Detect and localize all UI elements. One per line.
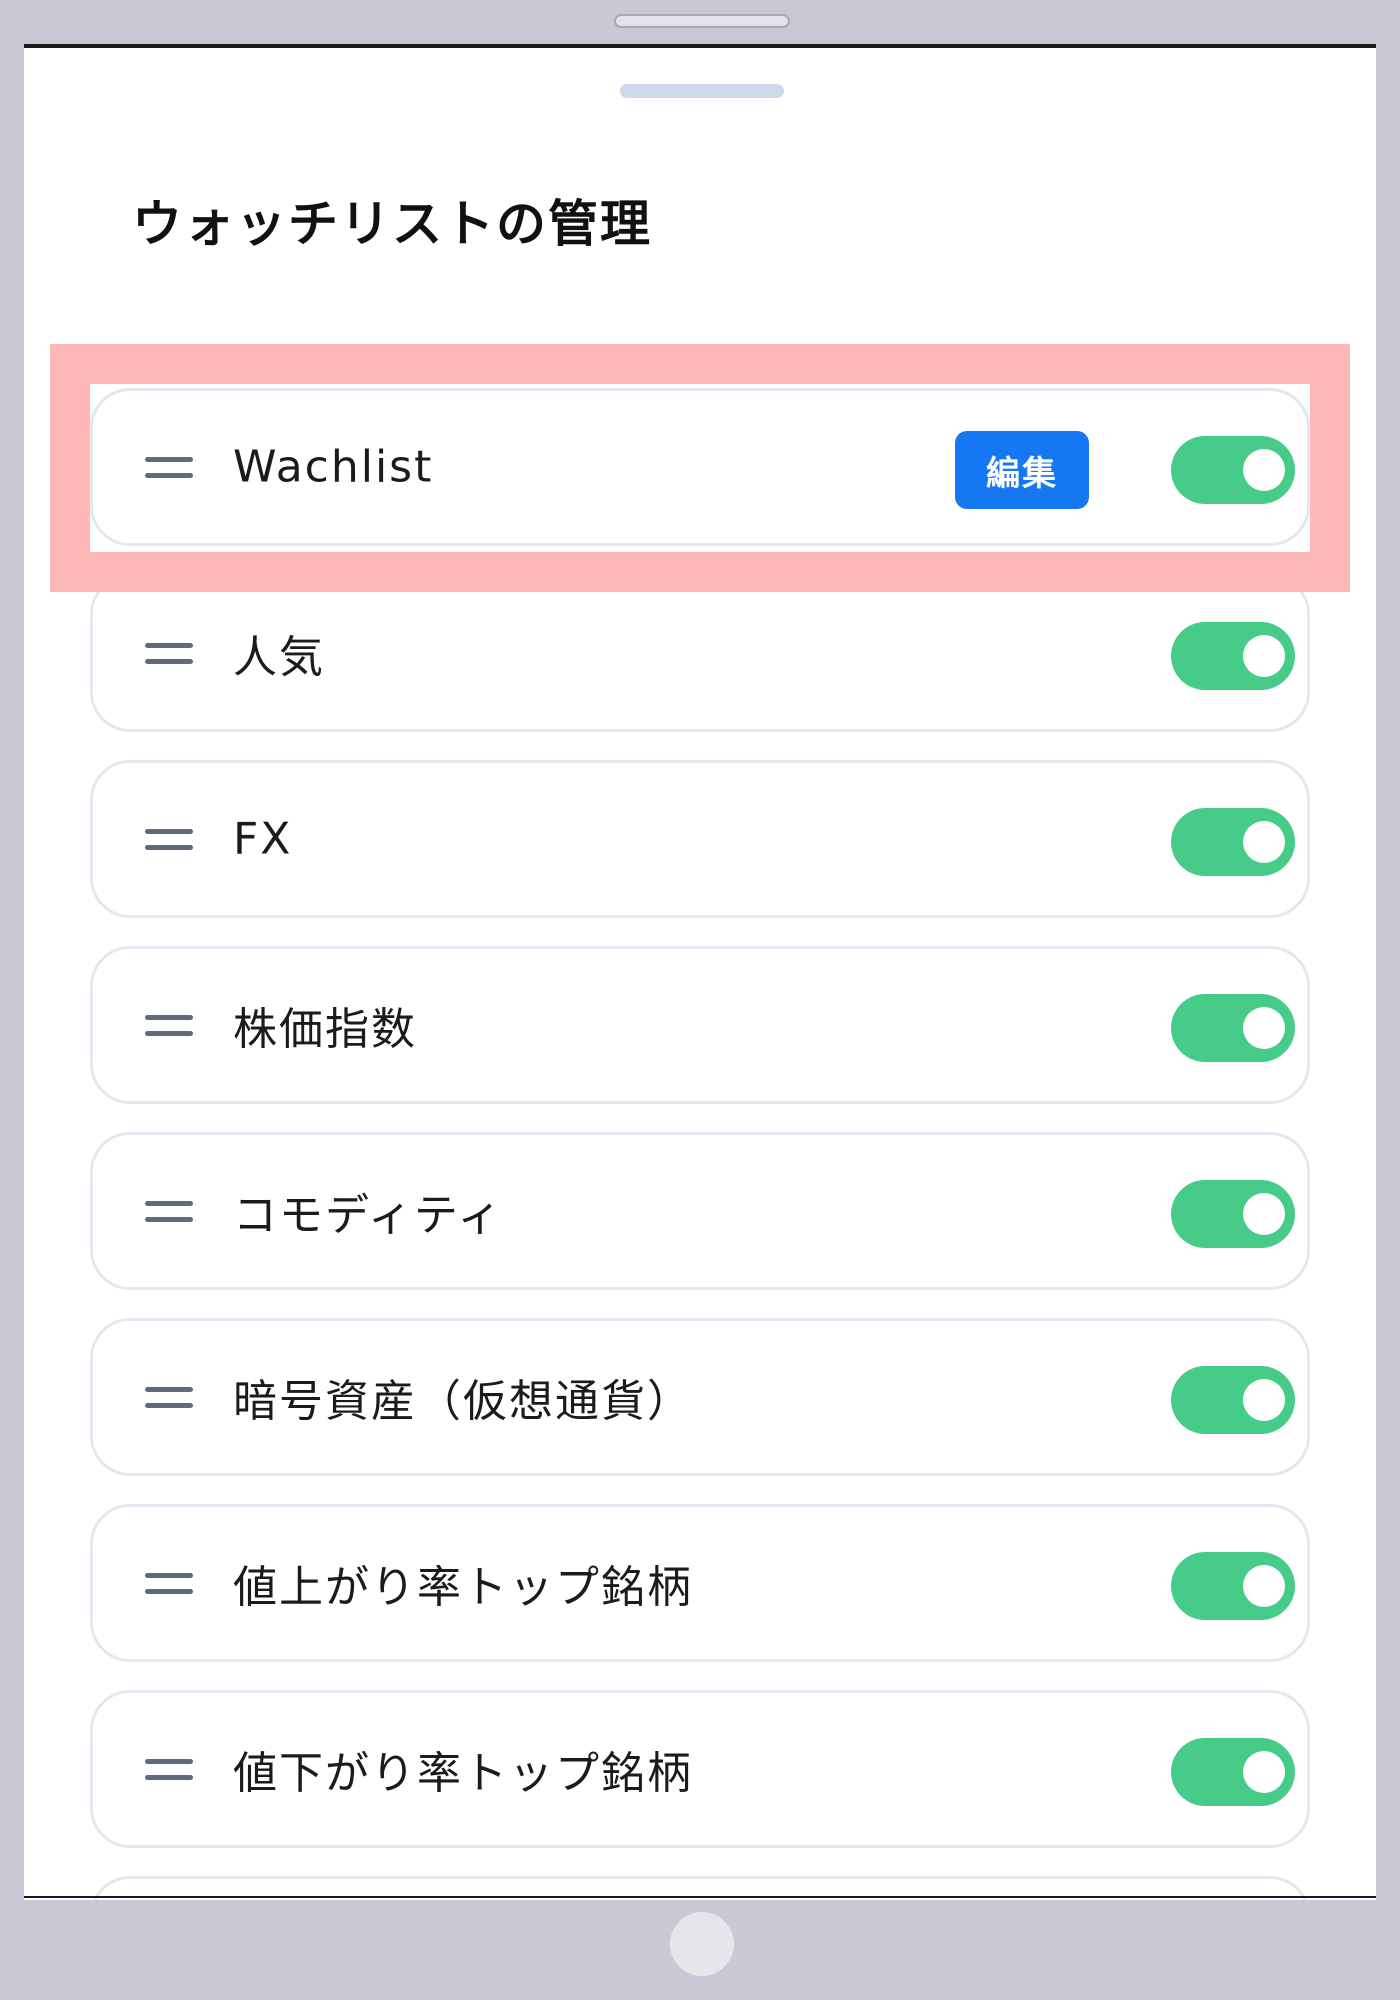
watchlist-item[interactable]: Wachlist 編集	[90, 388, 1310, 546]
toggle-knob	[1243, 1193, 1285, 1235]
watchlist-toggle[interactable]	[1171, 994, 1295, 1062]
watchlist-item[interactable]: 株価指数	[90, 946, 1310, 1104]
watchlist-item[interactable]: コモディティ	[90, 1132, 1310, 1290]
drag-handle-icon[interactable]	[145, 457, 193, 483]
page-title: ウォッチリストの管理	[132, 195, 652, 253]
watchlist-item-label: Wachlist	[233, 441, 434, 493]
watchlist-item-label: コモディティ	[233, 1190, 504, 1241]
watchlist-toggle[interactable]	[1171, 1738, 1295, 1806]
watchlist-toggle[interactable]	[1171, 808, 1295, 876]
watchlist-toggle[interactable]	[1171, 1180, 1295, 1248]
watchlist-item[interactable]: FX	[90, 760, 1310, 918]
drag-handle-icon[interactable]	[145, 829, 193, 855]
watchlist-item[interactable]: 値下がり率トップ銘柄	[90, 1690, 1310, 1848]
drag-handle-icon[interactable]	[145, 1573, 193, 1599]
sheet-grab-handle[interactable]	[620, 84, 784, 98]
watchlist-item[interactable]: 暗号資産（仮想通貨）	[90, 1318, 1310, 1476]
screen-bottom-edge	[24, 1896, 1376, 1898]
device-frame: ウォッチリストの管理 Wachlist 編集 人気 FX 株価指数 コモディティ…	[0, 0, 1400, 2000]
edit-button[interactable]: 編集	[955, 431, 1089, 509]
toggle-knob	[1243, 1379, 1285, 1421]
watchlist-item-label: 株価指数	[233, 1004, 417, 1055]
drag-handle-icon[interactable]	[145, 1201, 193, 1227]
watchlist-toggle[interactable]	[1171, 622, 1295, 690]
toggle-knob	[1243, 449, 1285, 491]
watchlist-item[interactable]: 値上がり率トップ銘柄	[90, 1504, 1310, 1662]
drag-handle-icon[interactable]	[145, 1015, 193, 1041]
watchlist-toggle[interactable]	[1171, 1366, 1295, 1434]
drag-handle-icon[interactable]	[145, 1759, 193, 1785]
watchlist-toggle[interactable]	[1171, 1552, 1295, 1620]
watchlist-item-label: FX	[233, 813, 293, 865]
toggle-knob	[1243, 821, 1285, 863]
toggle-knob	[1243, 635, 1285, 677]
toggle-knob	[1243, 1751, 1285, 1793]
toggle-knob	[1243, 1007, 1285, 1049]
device-speaker	[614, 14, 790, 28]
watchlist-toggle[interactable]	[1171, 436, 1295, 504]
home-button[interactable]	[670, 1912, 734, 1976]
watchlist-item[interactable]: 人気	[90, 574, 1310, 732]
toggle-knob	[1243, 1565, 1285, 1607]
watchlist-item-label: 暗号資産（仮想通貨）	[233, 1376, 693, 1427]
watchlist-item-label: 人気	[233, 632, 325, 683]
drag-handle-icon[interactable]	[145, 1387, 193, 1413]
drag-handle-icon[interactable]	[145, 643, 193, 669]
watchlist-item-label: 値上がり率トップ銘柄	[233, 1562, 693, 1613]
watchlist-item-label: 値下がり率トップ銘柄	[233, 1748, 693, 1799]
app-screen: ウォッチリストの管理 Wachlist 編集 人気 FX 株価指数 コモディティ…	[24, 44, 1376, 1900]
